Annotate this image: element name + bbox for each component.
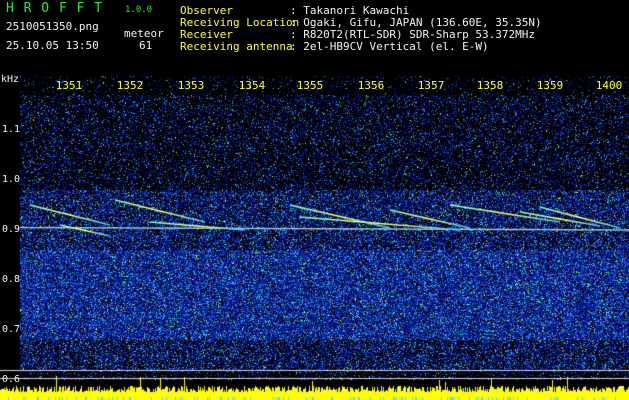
x-tick-1351: 1351	[55, 79, 83, 92]
info-value-antenna: : 2el-HB9CV Vertical (el. E-W)	[290, 40, 489, 53]
x-tick-1357: 1357	[417, 79, 445, 92]
x-tick-1356: 1356	[357, 79, 385, 92]
spectrogram-canvas	[0, 76, 629, 400]
y-tick-0-7: 0.7	[2, 324, 21, 335]
y-axis-unit: kHz	[1, 74, 20, 85]
app-name: H R O F F T	[6, 1, 104, 16]
y-tick-1-0: 1.0	[2, 174, 21, 185]
x-tick-1352: 1352	[116, 79, 144, 92]
y-tick-0-6: 0.6	[2, 374, 21, 385]
x-tick-1353: 1353	[177, 79, 205, 92]
header-panel: H R O F F T 1.0.0 2510051350.png meteor …	[0, 0, 629, 76]
x-tick-1355: 1355	[296, 79, 324, 92]
timestamp-label: 25.10.05 13:50	[6, 39, 99, 52]
x-tick-1359: 1359	[536, 79, 564, 92]
x-tick-1400: 1400	[595, 79, 623, 92]
app-version: 1.0.0	[125, 5, 153, 15]
y-tick-0-8: 0.8	[2, 274, 21, 285]
info-label-antenna: Receiving antenna	[180, 40, 293, 53]
y-tick-1-1: 1.1	[2, 124, 21, 135]
filename-label: 2510051350.png	[6, 20, 99, 33]
meteor-count: 61	[139, 39, 153, 52]
x-tick-1358: 1358	[476, 79, 504, 92]
x-tick-1354: 1354	[238, 79, 266, 92]
y-tick-0-9: 0.9	[2, 224, 21, 235]
